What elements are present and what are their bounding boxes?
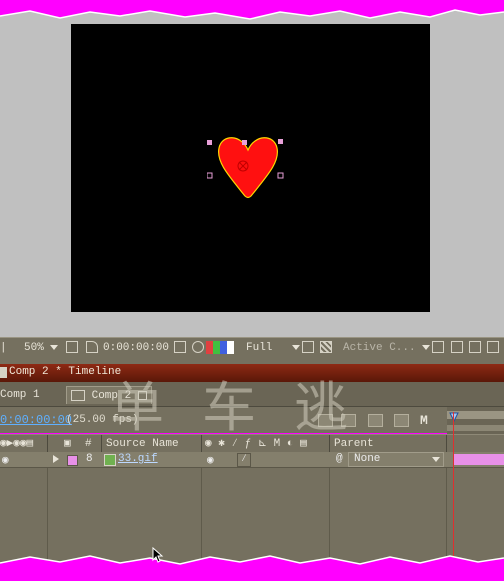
- transform-handle[interactable]: [207, 140, 212, 145]
- parent-value: None: [354, 453, 381, 465]
- current-time-indicator[interactable]: [453, 412, 454, 557]
- transform-handle[interactable]: [207, 172, 213, 179]
- torn-edge-top: [0, 0, 504, 20]
- footage-file-icon: [104, 454, 116, 466]
- mouse-cursor-icon: [152, 547, 164, 563]
- zoom-dropdown[interactable]: 50%: [24, 341, 59, 355]
- flowchart-icon[interactable]: [487, 341, 499, 353]
- label-column-icon[interactable]: ▣: [64, 436, 71, 452]
- chevron-down-icon: [50, 344, 59, 350]
- torn-edge-bottom: [0, 555, 504, 581]
- resolution-value: Full: [246, 342, 273, 354]
- pick-whip-icon[interactable]: @: [336, 453, 343, 465]
- chevron-down-icon: [422, 344, 431, 350]
- view-layout-icon[interactable]: [432, 341, 444, 353]
- composition-viewer: [0, 10, 504, 337]
- viewer-toolbar: | 50% 0:00:00:00 Full Active C...: [0, 337, 504, 359]
- timeline-window-icon: [0, 367, 7, 378]
- layer-number-header[interactable]: #: [85, 436, 92, 452]
- camera-dropdown[interactable]: Active C...: [343, 341, 431, 355]
- zoom-value: 50%: [24, 342, 44, 354]
- timeline-title: Comp 2 * Timeline: [9, 366, 122, 378]
- composition-canvas[interactable]: [71, 24, 430, 312]
- fast-previews-icon[interactable]: [469, 341, 481, 353]
- heart-layer[interactable]: [207, 124, 289, 204]
- transform-handle[interactable]: [242, 140, 247, 145]
- show-snapshot-icon[interactable]: [192, 341, 204, 353]
- camera-value: Active C...: [343, 342, 416, 354]
- current-time-display[interactable]: 0:00:00:00: [0, 413, 72, 427]
- quality-switch-icon[interactable]: ∕: [237, 453, 251, 467]
- label-color-swatch[interactable]: [67, 455, 78, 466]
- composition-icon: [71, 389, 85, 401]
- region-of-interest-icon[interactable]: [302, 341, 314, 353]
- av-features-icons[interactable]: ◉▶◉◉▤: [0, 436, 33, 452]
- layer-duration-bar[interactable]: [454, 454, 504, 465]
- mask-icon[interactable]: [86, 341, 98, 353]
- grid-icon[interactable]: [66, 341, 78, 353]
- frame-blending-icon[interactable]: [394, 414, 409, 427]
- motion-blur-button[interactable]: M: [420, 413, 428, 428]
- snapshot-icon[interactable]: [174, 341, 186, 353]
- parent-dropdown[interactable]: None: [348, 452, 444, 467]
- layer-number: 8: [86, 453, 93, 465]
- channel-icon[interactable]: [206, 341, 236, 354]
- transparency-grid-icon[interactable]: [320, 341, 332, 353]
- toolbar-edge: |: [0, 342, 7, 354]
- video-toggle-icon[interactable]: ◉: [2, 453, 9, 467]
- shy-switch-icon[interactable]: ◉: [207, 453, 214, 467]
- resolution-dropdown[interactable]: Full: [246, 341, 301, 355]
- viewer-timecode[interactable]: 0:00:00:00: [103, 341, 169, 355]
- watermark-text: 单车逃: [110, 376, 386, 439]
- tab-comp-1[interactable]: Comp 1: [0, 386, 44, 404]
- chevron-down-icon: [292, 344, 301, 350]
- chevron-down-icon: [432, 457, 440, 462]
- layer-source-name[interactable]: 33.gif: [118, 453, 158, 465]
- transform-handle[interactable]: [278, 139, 283, 144]
- layer-row[interactable]: ◉ 8 33.gif ◉ ∕ @ None: [0, 452, 504, 468]
- pixel-aspect-icon[interactable]: [451, 341, 463, 353]
- transform-handle[interactable]: [277, 172, 284, 179]
- expand-triangle-icon[interactable]: [53, 455, 59, 463]
